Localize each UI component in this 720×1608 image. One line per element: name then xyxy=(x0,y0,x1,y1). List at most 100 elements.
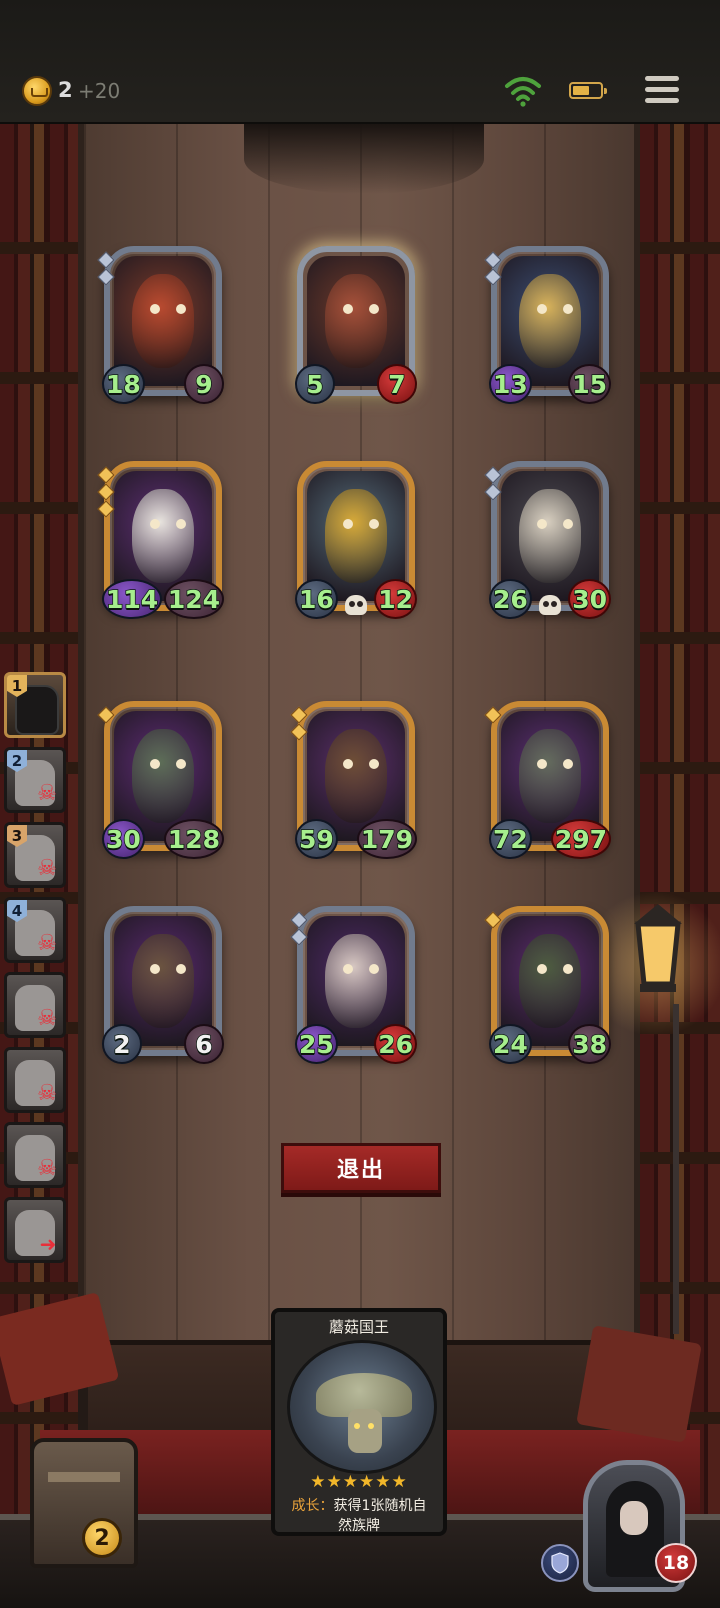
gem-icon xyxy=(97,483,115,501)
health-stat: 179 xyxy=(356,819,417,859)
shield-glyph xyxy=(551,1552,569,1574)
tiki-totem-card[interactable]: 59 179 xyxy=(290,701,417,859)
creature-figure xyxy=(518,729,582,823)
tier-gems xyxy=(97,706,115,726)
tier-gems xyxy=(484,911,502,931)
creature-eye xyxy=(537,304,547,314)
attack-stat: 25 xyxy=(295,1024,338,1064)
tier-gems xyxy=(97,251,115,288)
crown-coin-icon xyxy=(22,76,52,106)
creature-figure xyxy=(131,934,195,1028)
skull-crossbones-icon: ☠ xyxy=(37,856,57,881)
health-value: 15 xyxy=(571,369,607,400)
featured-card[interactable]: 蘑菇国王 ★★★★★★ 成长：获得1张随机自然族牌 xyxy=(271,1308,447,1536)
featured-card-title: 蘑菇国王 xyxy=(328,1318,389,1336)
attack-stat: 5 xyxy=(295,364,335,404)
stone-golem-card[interactable]: 72 297 xyxy=(484,701,611,859)
creature-eye xyxy=(343,519,353,529)
roster-slot[interactable]: 2 ☠ xyxy=(4,747,66,813)
attack-value: 25 xyxy=(298,1029,334,1060)
creature-eye xyxy=(176,304,186,314)
attack-value: 72 xyxy=(492,824,528,855)
moss-golem-card[interactable]: 30 128 xyxy=(97,701,224,859)
health-stat: 38 xyxy=(568,1024,611,1064)
plague-doctor-card[interactable]: 26 xyxy=(102,906,224,1064)
shield-icon[interactable] xyxy=(541,1544,579,1582)
gem-icon xyxy=(484,911,502,929)
health-stat: 297 xyxy=(550,819,611,859)
attack-value: 18 xyxy=(105,369,141,400)
attack-stat: 30 xyxy=(102,819,145,859)
skull-crossbones-icon: ☠ xyxy=(37,1156,57,1181)
attack-stat: 114 xyxy=(102,579,163,619)
wifi-icon xyxy=(505,77,541,107)
roster-slot[interactable]: 4 ☠ xyxy=(4,897,66,963)
creature-eye xyxy=(563,304,573,314)
creature-eye xyxy=(563,759,573,769)
status-bar: 2 +20 xyxy=(0,0,720,124)
bone-dragon-card[interactable]: 26 30 xyxy=(484,461,611,619)
armored-knight-card[interactable]: 13 15 xyxy=(484,246,611,404)
roster-slot[interactable]: 3 ☠ xyxy=(4,822,66,888)
lamp-pole xyxy=(673,1004,679,1334)
skull-crossbones-icon: ☠ xyxy=(37,931,57,956)
masked-rabbit-card[interactable]: 25 26 xyxy=(290,906,417,1064)
attack-value: 13 xyxy=(492,369,528,400)
gem-icon xyxy=(97,500,115,518)
griffin-bird-card[interactable]: 114 124 xyxy=(97,461,224,619)
attack-value: 26 xyxy=(492,584,528,615)
gem-icon xyxy=(290,911,308,929)
gem-icon xyxy=(484,251,502,269)
health-value: 297 xyxy=(554,824,608,855)
menu-icon[interactable] xyxy=(645,76,679,104)
right-bookshelf xyxy=(640,124,720,1524)
creature-figure xyxy=(324,934,388,1028)
attack-value: 5 xyxy=(306,369,325,400)
creature-eye xyxy=(150,304,160,314)
gem-icon xyxy=(97,251,115,269)
roster-slot[interactable]: ➜ xyxy=(4,1197,66,1263)
creature-eye xyxy=(150,964,160,974)
health-stat: 124 xyxy=(163,579,224,619)
golden-dragon-card[interactable]: 16 12 xyxy=(295,461,417,619)
health-value: 128 xyxy=(167,824,221,855)
skull-icon xyxy=(539,595,561,615)
health-value: 6 xyxy=(195,1029,214,1060)
roster-slot[interactable]: ☠ xyxy=(4,1122,66,1188)
health-stat: 15 xyxy=(568,364,611,404)
roster-slot[interactable]: ☠ xyxy=(4,972,66,1038)
attack-stat: 72 xyxy=(489,819,532,859)
creature-eye xyxy=(563,519,573,529)
health-value: 9 xyxy=(195,369,214,400)
attack-stat: 26 xyxy=(489,579,532,619)
creature-eye xyxy=(369,304,379,314)
skull-crossbones-icon: ☠ xyxy=(37,1006,57,1031)
gem-icon xyxy=(290,706,308,724)
health-stat: 12 xyxy=(374,579,417,619)
health-value: 38 xyxy=(571,1029,607,1060)
health-value: 12 xyxy=(377,584,413,615)
creature-eye xyxy=(369,759,379,769)
gem-icon xyxy=(484,483,502,501)
exit-button[interactable]: 退出 xyxy=(281,1143,441,1193)
street-lamp-icon xyxy=(634,904,682,992)
red-dragon-card[interactable]: 18 9 xyxy=(97,246,224,404)
attack-stat: 13 xyxy=(489,364,532,404)
mushroom-king-art xyxy=(287,1340,437,1474)
attack-stat: 16 xyxy=(295,579,338,619)
creature-eye xyxy=(176,519,186,529)
gem-icon xyxy=(290,723,308,741)
growth-keyword: 成长： xyxy=(291,1498,334,1514)
mushroom-goblin-card[interactable]: 24 38 xyxy=(484,906,611,1064)
roster-slot[interactable]: 1 xyxy=(4,672,66,738)
attack-value: 30 xyxy=(105,824,141,855)
tier-gems xyxy=(484,466,502,503)
creature-eye xyxy=(343,304,353,314)
creature-eye xyxy=(537,759,547,769)
creature-figure xyxy=(518,274,582,368)
roster-slot[interactable]: ☠ xyxy=(4,1047,66,1113)
chest-count-badge: 2 xyxy=(82,1518,122,1558)
fire-drake-card[interactable]: 57 xyxy=(295,246,417,404)
creature-figure xyxy=(324,274,388,368)
gem-icon xyxy=(484,268,502,286)
